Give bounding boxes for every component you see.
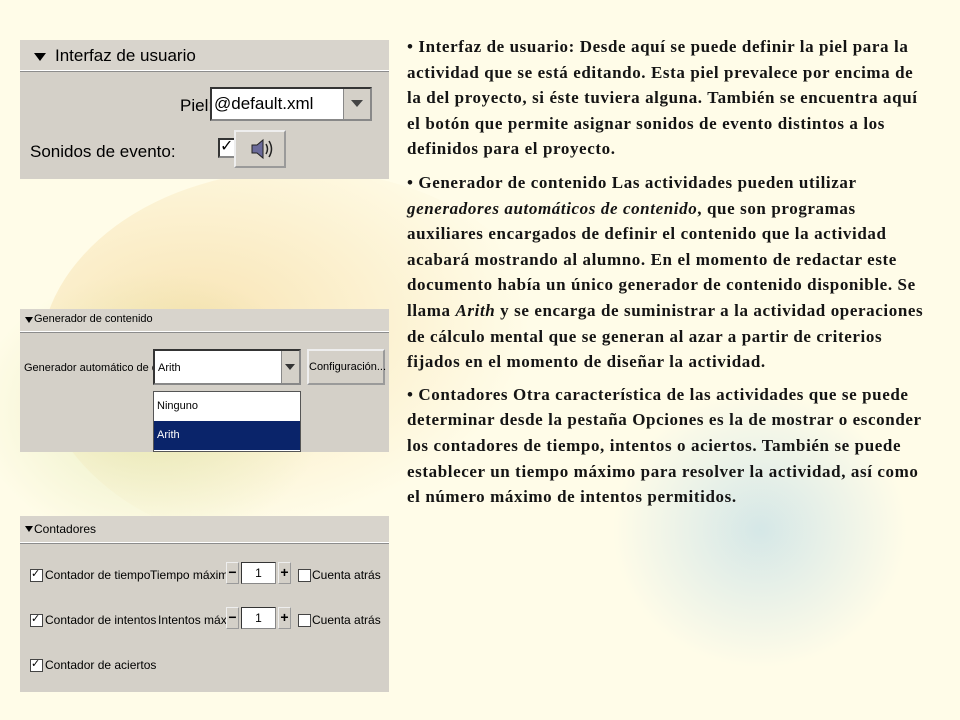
increment-button[interactable]: + [278,607,291,629]
emphasis-text: Arith [455,300,496,320]
option-ninguno[interactable]: Ninguno [154,392,300,421]
chevron-down-icon [351,100,363,107]
interfaz-usuario-panel: Interfaz de usuario Piel: @default.xml S… [20,40,389,179]
piel-value: @default.xml [214,94,314,113]
contador-aciertos-label: Contador de aciertos [45,658,157,672]
option-arith[interactable]: Arith [154,421,300,450]
paragraph-generador: • Generador de contenido Las actividades… [407,170,932,375]
panel-header[interactable]: Generador de contenido [20,309,389,332]
panel-title: Contadores [34,522,97,536]
generador-value: Arith [158,362,181,374]
dropdown-arrow-button[interactable] [281,351,299,383]
chevron-down-icon [285,364,295,370]
cuenta-atras-checkbox[interactable] [298,614,311,627]
paragraph-interfaz: • Interfaz de usuario: Desde aquí se pue… [407,37,918,159]
check-mark-icon: ✓ [220,138,234,155]
contador-intentos-checkbox[interactable]: ✓ [30,613,43,627]
generador-contenido-panel: Generador de contenido Generador automát… [20,309,389,452]
intentos-max-stepper: − 1 + [226,607,292,629]
decrement-button[interactable]: − [226,607,239,629]
description-text: • Interfaz de usuario: Desde aquí se pue… [407,34,932,510]
tiempo-maximo-input[interactable]: 1 [241,562,276,584]
contador-intentos-label: Contador de intentos [45,613,157,627]
collapse-triangle-icon[interactable] [25,317,33,323]
panel-title: Generador de contenido [34,313,153,325]
piel-select[interactable]: @default.xml [210,87,372,121]
intentos-max-label: Intentos máx.: [158,613,234,627]
panel-header[interactable]: Interfaz de usuario [20,40,389,71]
cuenta-atras-label: Cuenta atrás [312,613,381,627]
sonidos-label: Sonidos de evento: [30,142,176,161]
decrement-button[interactable]: − [226,562,239,584]
cuenta-atras-checkbox[interactable] [298,569,311,582]
contador-tiempo-checkbox[interactable]: ✓ [30,568,43,582]
tiempo-maximo-stepper: − 1 + [226,562,292,584]
contador-aciertos-checkbox[interactable]: ✓ [30,658,43,672]
generador-select[interactable]: Arith [153,349,301,385]
paragraph-contadores: • Contadores Otra característica de las … [407,384,922,507]
generador-dropdown-list: Ninguno Arith [153,391,301,452]
intentos-max-input[interactable]: 1 [241,607,276,629]
collapse-triangle-icon[interactable] [34,53,46,61]
check-mark-icon: ✓ [31,658,41,670]
check-mark-icon: ✓ [31,568,41,580]
contador-tiempo-label: Contador de tiempo [45,568,151,582]
panel-title: Interfaz de usuario [55,46,196,65]
configuracion-button[interactable]: Configuración... [307,349,386,385]
panel-header[interactable]: Contadores [20,516,389,543]
tiempo-maximo-label: Tiempo máximo: [150,568,239,582]
contadores-panel: Contadores ✓ Contador de tiempo Tiempo m… [20,516,389,692]
text-segment: • Generador de contenido Las actividades… [407,172,857,192]
check-mark-icon: ✓ [31,613,41,625]
increment-button[interactable]: + [278,562,291,584]
speaker-icon [251,138,273,160]
collapse-triangle-icon[interactable] [25,526,33,532]
cuenta-atras-label: Cuenta atrás [312,568,381,582]
dropdown-arrow-button[interactable] [343,89,370,119]
sound-settings-button[interactable] [234,130,286,168]
emphasis-text: generadores automáticos de contenido [407,198,698,218]
piel-label: Piel: [180,96,214,115]
